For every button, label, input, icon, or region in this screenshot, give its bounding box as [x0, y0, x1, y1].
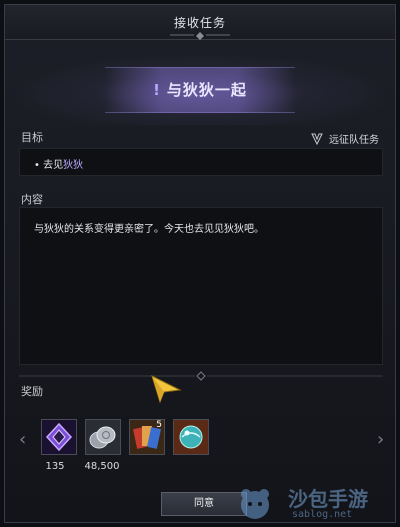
watermark-url: sablog.net	[292, 509, 353, 520]
reward-badge: 5	[156, 420, 162, 430]
exclamation-icon: !	[153, 81, 161, 99]
reward-count: 135	[45, 461, 65, 472]
title-ornament-icon	[170, 32, 230, 40]
dialog-titlebar: 接收任务	[5, 5, 395, 40]
section-divider	[19, 371, 383, 381]
quest-accept-dialog: 接收任务 ! 与狄狄一起 目标 远征队任务 • 去见狄狄 内容 与狄狄的关系变得更…	[4, 4, 396, 523]
watermark: 沙包手游 sablog.net	[228, 483, 398, 523]
reward-count: 48,500	[84, 461, 120, 472]
reward-slot[interactable]: 5	[129, 419, 165, 455]
expedition-icon	[311, 133, 323, 145]
expedition-label: 远征队任务	[329, 135, 379, 146]
chevron-left-icon[interactable]: ‹	[19, 429, 26, 450]
dialog-title: 接收任务	[173, 16, 226, 30]
reward-slot[interactable]	[85, 419, 121, 455]
rewards-label: 奖励	[21, 385, 43, 398]
expedition-tag: 远征队任务	[311, 131, 379, 146]
chevron-right-icon[interactable]: ›	[377, 429, 384, 450]
quest-title: ! 与狄狄一起	[5, 79, 395, 100]
content-text: 与狄狄的关系变得更亲密了。今天也去见见狄狄吧。	[34, 224, 264, 235]
reward-slot[interactable]	[173, 419, 209, 455]
content-box: 与狄狄的关系变得更亲密了。今天也去见见狄狄吧。	[19, 207, 383, 365]
goal-bullet: •	[34, 160, 40, 171]
cursor-pointer-icon	[151, 375, 182, 404]
orb-icon	[174, 420, 208, 454]
quest-title-text: 与狄狄一起	[166, 81, 247, 99]
goal-prefix: 去见	[43, 160, 64, 171]
goal-item: • 去见狄狄	[34, 156, 83, 171]
watermark-logo-icon	[241, 489, 269, 519]
goal-label: 目标	[21, 131, 43, 144]
reward-list: 5	[41, 419, 209, 455]
reward-slot[interactable]	[41, 419, 77, 455]
watermark-name: 沙包手游	[288, 487, 368, 511]
content-label: 内容	[21, 193, 43, 206]
goal-box: • 去见狄狄	[19, 148, 383, 176]
goal-highlight: 狄狄	[63, 160, 84, 171]
silver-coins-icon	[86, 420, 120, 454]
purple-crystal-icon	[42, 420, 76, 454]
